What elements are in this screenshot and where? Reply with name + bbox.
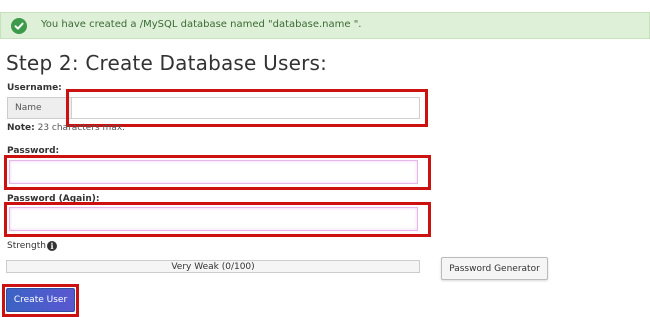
check-circle-icon xyxy=(11,18,27,34)
password-again-input[interactable] xyxy=(9,207,418,231)
password-generator-button[interactable]: Password Generator xyxy=(441,257,548,280)
create-user-button[interactable]: Create User xyxy=(6,288,75,312)
alert-message: You have created a /MySQL database named… xyxy=(41,19,362,30)
username-prefix: Name xyxy=(7,97,71,119)
strength-label: Strength xyxy=(7,241,46,251)
info-circle-icon[interactable]: i xyxy=(47,241,57,251)
page-title: Step 2: Create Database Users: xyxy=(6,51,328,75)
success-alert: You have created a /MySQL database named… xyxy=(0,12,650,39)
strength-meter-text: Very Weak (0/100) xyxy=(171,262,255,272)
note-text: 23 characters max. xyxy=(34,123,126,133)
strength-meter: Very Weak (0/100) xyxy=(6,260,420,273)
note-label: Note: xyxy=(7,123,35,133)
username-label: Username: xyxy=(7,83,62,93)
username-note: Note: 23 characters max. xyxy=(7,123,125,133)
username-input[interactable] xyxy=(71,97,420,119)
password-input[interactable] xyxy=(9,160,418,184)
